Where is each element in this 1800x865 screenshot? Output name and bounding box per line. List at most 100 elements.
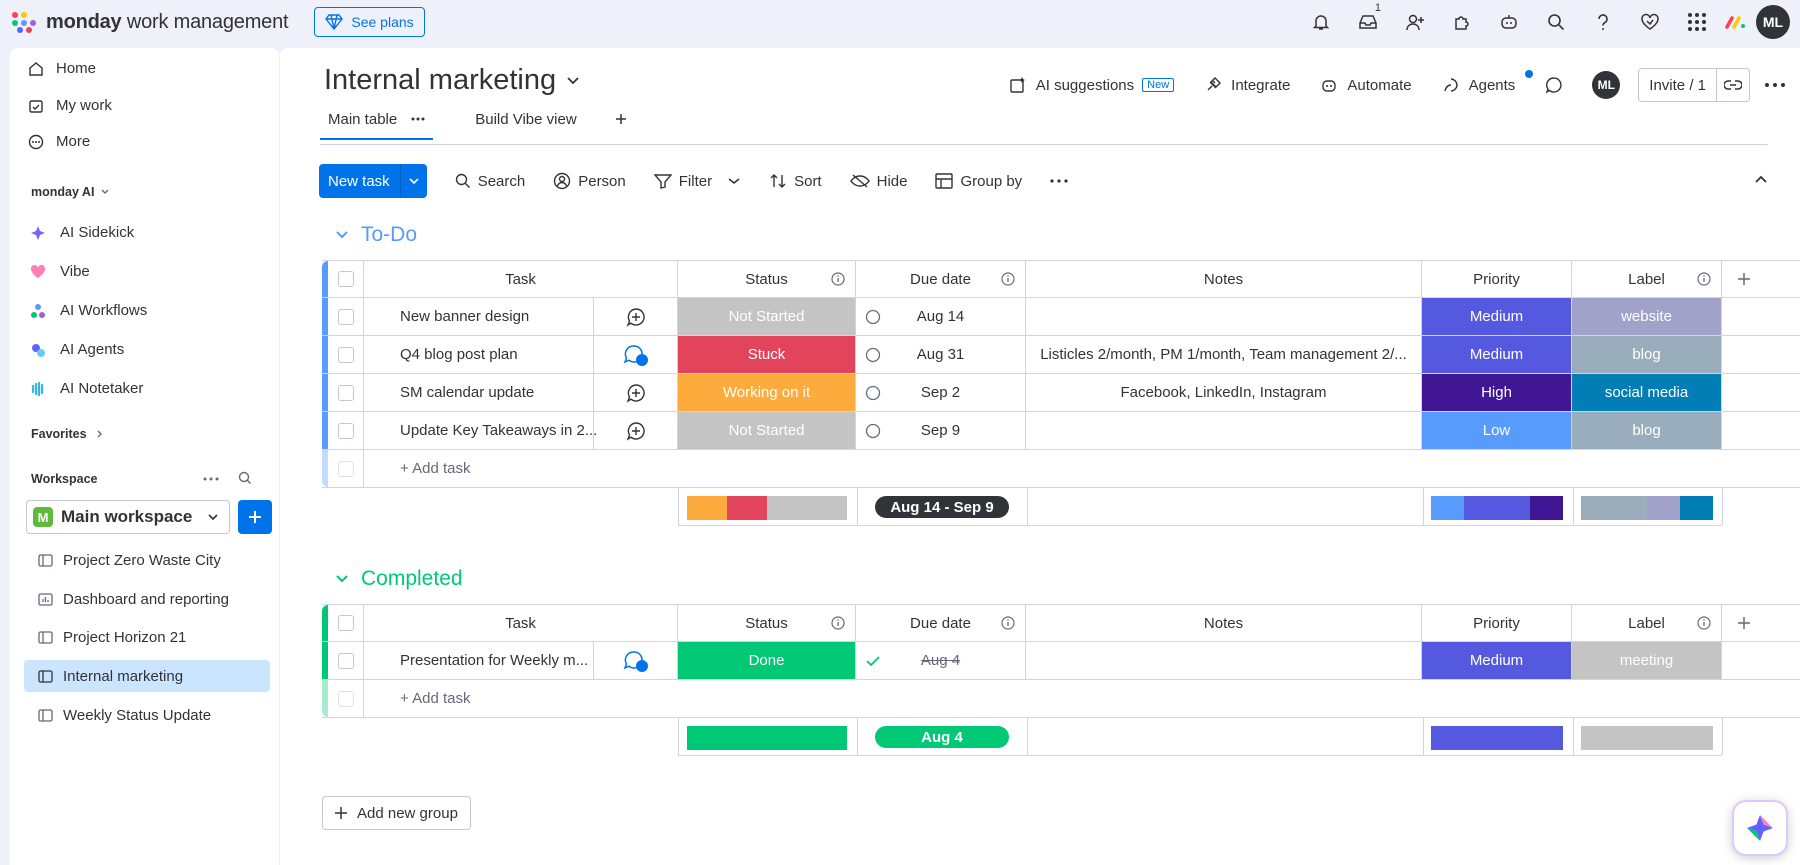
invite-members-icon[interactable]	[1391, 0, 1438, 44]
chevron-down-icon[interactable]	[728, 177, 740, 185]
notifications-bell-icon[interactable]	[1297, 0, 1344, 44]
column-header-label[interactable]: Label	[1572, 261, 1722, 297]
sidebar-board-weekly-status-update[interactable]: Weekly Status Update	[24, 699, 270, 731]
column-header-priority[interactable]: Priority	[1422, 605, 1572, 641]
app-launcher-grid-icon[interactable]	[1673, 0, 1720, 44]
updates-chat-button[interactable]	[1545, 76, 1572, 94]
see-plans-button[interactable]: See plans	[314, 7, 425, 37]
sidebar-item-vibe[interactable]: Vibe	[30, 263, 90, 280]
group-by-button[interactable]: Group by	[935, 173, 1022, 190]
ai-assistant-icon[interactable]	[1485, 0, 1532, 44]
sidebar-board-project-zero-waste-city[interactable]: Project Zero Waste City	[24, 544, 270, 576]
sort-button[interactable]: Sort	[769, 173, 822, 190]
favorites-section[interactable]: Favorites	[31, 427, 105, 441]
help-icon[interactable]	[1579, 0, 1626, 44]
notes-cell[interactable]	[1026, 298, 1422, 335]
due-date-range-pill[interactable]: Aug 4	[875, 726, 1009, 748]
info-icon[interactable]	[1697, 616, 1711, 630]
priority-cell[interactable]: Medium	[1422, 298, 1572, 335]
label-cell[interactable]: social media	[1572, 374, 1722, 411]
chevron-down-icon[interactable]	[335, 574, 349, 584]
copy-link-icon[interactable]	[1717, 79, 1749, 91]
updates-cell[interactable]	[594, 412, 678, 449]
ai-sidekick-fab[interactable]	[1732, 800, 1788, 856]
label-summary-bar[interactable]	[1581, 726, 1713, 750]
inbox-icon[interactable]: 1	[1344, 0, 1391, 44]
search-icon[interactable]	[1532, 0, 1579, 44]
due-date-cell[interactable]: Sep 2	[856, 374, 1026, 411]
board-more-options-icon[interactable]	[1750, 83, 1800, 87]
column-header-notes[interactable]: Notes	[1026, 261, 1422, 297]
due-date-cell[interactable]: Aug 31	[856, 336, 1026, 373]
column-header-priority[interactable]: Priority	[1422, 261, 1572, 297]
status-cell[interactable]: Stuck	[678, 336, 856, 373]
info-icon[interactable]	[1697, 272, 1711, 286]
column-header-due-date[interactable]: Due date	[856, 261, 1026, 297]
select-all-checkbox[interactable]	[337, 615, 354, 631]
priority-cell[interactable]: Low	[1422, 412, 1572, 449]
column-header-task[interactable]: Task	[364, 605, 678, 641]
info-icon[interactable]	[1001, 616, 1015, 630]
integrate-button[interactable]: Integrate	[1204, 76, 1290, 94]
updates-cell[interactable]	[594, 298, 678, 335]
info-icon[interactable]	[831, 272, 845, 286]
monday-products-icon[interactable]	[1720, 0, 1750, 44]
sidebar-board-internal-marketing[interactable]: Internal marketing	[24, 660, 270, 692]
label-cell[interactable]: blog	[1572, 336, 1722, 373]
automate-button[interactable]: Automate	[1320, 76, 1412, 94]
sidebar-item-ai-notetaker[interactable]: AI Notetaker	[30, 380, 143, 397]
add-column-button[interactable]	[1722, 605, 1766, 641]
task-name-cell[interactable]: New banner design	[364, 298, 594, 335]
invite-button[interactable]: Invite / 1	[1638, 68, 1750, 102]
monday-logo[interactable]: monday work management	[10, 11, 289, 34]
sidebar-item-ai-sidekick[interactable]: AI Sidekick	[30, 224, 134, 241]
updates-cell[interactable]	[594, 374, 678, 411]
task-name-cell[interactable]: SM calendar update	[364, 374, 594, 411]
task-name-cell[interactable]: Update Key Takeaways in 2...	[364, 412, 597, 449]
toolbar-more-icon[interactable]	[1050, 179, 1075, 183]
priority-summary-bar[interactable]	[1431, 496, 1563, 520]
priority-cell[interactable]: Medium	[1422, 642, 1572, 679]
column-header-task[interactable]: Task	[364, 261, 678, 297]
filter-button[interactable]: Filter	[653, 173, 747, 190]
status-cell[interactable]: Not Started	[678, 412, 856, 449]
add-column-button[interactable]	[1722, 261, 1766, 297]
info-icon[interactable]	[1001, 272, 1015, 286]
workspace-selector[interactable]: M Main workspace	[26, 500, 230, 534]
task-name-cell[interactable]: Presentation for Weekly m...	[364, 642, 594, 679]
add-task-input[interactable]: + Add task	[364, 680, 1722, 717]
sidebar-item-ai-workflows[interactable]: AI Workflows	[30, 302, 147, 319]
due-date-cell[interactable]: Sep 9	[856, 412, 1026, 449]
search-button[interactable]: Search	[455, 173, 525, 190]
heart-feedback-icon[interactable]	[1626, 0, 1673, 44]
sidebar-item-more[interactable]: More	[28, 133, 90, 150]
new-task-dropdown-icon[interactable]	[401, 177, 427, 185]
tab-build-vibe-view[interactable]: Build Vibe view	[467, 102, 584, 136]
due-date-cell[interactable]: Aug 4	[856, 642, 1026, 679]
status-cell[interactable]: Not Started	[678, 298, 856, 335]
due-date-cell[interactable]: Aug 14	[856, 298, 1026, 335]
person-filter-button[interactable]: Person	[553, 172, 626, 190]
ai-suggestions-button[interactable]: AI suggestions New	[1009, 76, 1175, 94]
label-summary-bar[interactable]	[1581, 496, 1713, 520]
tab-options-icon[interactable]	[411, 117, 425, 121]
notes-cell[interactable]: Listicles 2/month, PM 1/month, Team mana…	[1026, 336, 1422, 373]
tab-main-table[interactable]: Main table	[320, 102, 434, 140]
column-header-status[interactable]: Status	[678, 605, 856, 641]
notes-cell[interactable]	[1026, 642, 1422, 679]
sidebar-board-project-horizon-21[interactable]: Project Horizon 21	[24, 621, 270, 653]
priority-summary-bar[interactable]	[1431, 726, 1563, 750]
group-title-to-do[interactable]: To-Do	[335, 223, 417, 247]
updates-cell[interactable]: 2	[594, 642, 678, 679]
workspace-options-icon[interactable]	[203, 477, 219, 481]
notes-cell[interactable]: Facebook, LinkedIn, Instagram	[1026, 374, 1422, 411]
new-task-button[interactable]: New task	[319, 164, 427, 198]
row-checkbox[interactable]	[337, 346, 354, 363]
group-title-completed[interactable]: Completed	[335, 567, 463, 591]
select-all-checkbox[interactable]	[337, 271, 354, 287]
sidebar-item-home[interactable]: Home	[28, 60, 96, 77]
add-new-group-button[interactable]: Add new group	[322, 796, 471, 830]
row-checkbox[interactable]	[337, 652, 354, 669]
user-avatar[interactable]: ML	[1756, 5, 1790, 39]
chevron-down-icon[interactable]	[335, 230, 349, 240]
